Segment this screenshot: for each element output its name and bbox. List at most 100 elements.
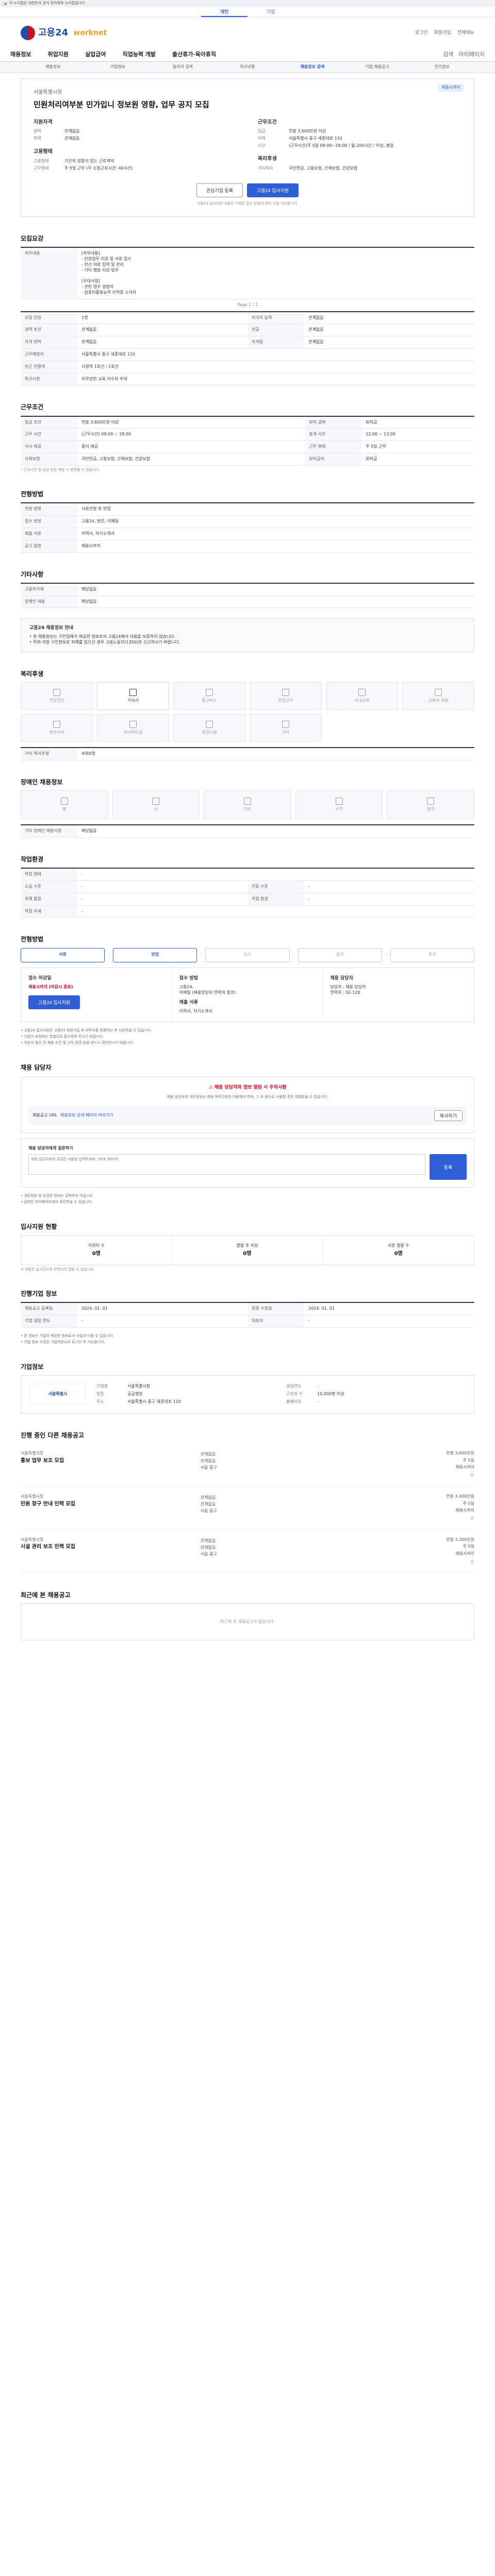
subnav-item[interactable]: 일자리 검색: [150, 64, 215, 70]
summary-section: 복리후생 기타복리 국민연금, 고용보험, 산재보험, 건강보험: [258, 156, 461, 172]
apply-button[interactable]: 고용24 입사지원: [246, 183, 299, 197]
signup-link[interactable]: 회원가입: [434, 30, 451, 36]
bookmark-icon[interactable]: ☆: [470, 1515, 474, 1522]
recruit-table: 직무내용 [직무내용] - 민원업무 지원 및 서류 접수 - 전산 자료 입력 …: [21, 247, 474, 299]
kv-value: 관계없음: [64, 129, 80, 134]
kv-value: 연봉 3,600만원 이상: [289, 129, 326, 134]
list-item[interactable]: 서울특별시청 민원 창구 안내 인력 모집 관계없음 관계없음 서울 중구 연봉 3,…: [21, 1487, 474, 1530]
subnav-item[interactable]: 기업정보: [86, 64, 151, 70]
welfare-item: 기타: [250, 714, 322, 742]
apply-button-2[interactable]: 고용24 입사지원: [28, 995, 80, 1009]
kv-value: 서울특별시청: [127, 1384, 151, 1389]
summary-section: 고용형태 고용형태 기간의 정함이 있는 근로계약 근무형태 주 5일 근무 (주 …: [34, 148, 237, 172]
footer-spacer: [21, 1661, 474, 1743]
qa-input[interactable]: [28, 1154, 425, 1175]
welfare-label: 기숙사: [127, 698, 139, 703]
disabled-item: 시각: [295, 790, 383, 820]
qa-submit-button[interactable]: 등록: [429, 1154, 467, 1180]
kv-value: -: [317, 1384, 319, 1389]
process-step: 면접: [113, 947, 197, 962]
th: 전형 방법: [21, 503, 77, 516]
other-info: 관계없음: [200, 1451, 216, 1456]
other-title[interactable]: 홍보 업무 보조 모집: [21, 1458, 195, 1465]
kv-value: 서울특별시 중구 세종대로 110: [127, 1399, 181, 1404]
mypage-link[interactable]: 마이페이지: [458, 51, 485, 59]
sub-nav: 채용정보 기업정보 일자리 검색 워크넷통 채용정보 검색 기업 채용공고 인기…: [0, 62, 495, 73]
th: 경력 조건: [21, 324, 77, 337]
all-menu-link[interactable]: 전체메뉴: [457, 30, 474, 36]
welfare-label: 휴양시설: [202, 730, 217, 735]
subnav-item[interactable]: 워크넷통: [215, 64, 280, 70]
audience-tabs: 개인 기업: [0, 7, 495, 18]
other-info: 관계없음: [200, 1545, 216, 1550]
apply-status: 지원자 수 0명 열람 후 지원 0명 서류 열람 수 0명: [21, 1235, 474, 1265]
tab-personal[interactable]: 개인: [201, 7, 248, 17]
interest-company-button[interactable]: 관심기업 등록: [196, 183, 243, 197]
td: 서울특별시 중구 세종대로 110: [77, 348, 474, 361]
disabled-item: 청각: [387, 790, 474, 820]
section-title-company: 기업정보: [21, 1363, 44, 1371]
td: 주 5일 근무: [361, 440, 474, 453]
td: 관계없음: [77, 324, 248, 337]
other-org: 서울특별시청: [21, 1537, 44, 1542]
posting-org: 서울특별시청: [34, 90, 62, 95]
tab-company[interactable]: 기업: [248, 7, 294, 17]
copy-url-button[interactable]: 복사하기: [434, 1110, 463, 1121]
subnav-item[interactable]: 기업 채용공고: [345, 64, 410, 70]
other-cond: 연봉 3,600만원: [446, 1450, 474, 1455]
disabled-label: 손: [154, 806, 158, 811]
td: 4대보험: [77, 748, 474, 761]
bullet: • 고용24 입사지원은 고용24 회원가입 후 이력서를 등록하신 후 지원하…: [21, 1028, 152, 1033]
td: 해당없음: [77, 596, 474, 608]
site-logo[interactable]: 고용24 worknet: [21, 26, 107, 40]
welfare-item: 자녀학자금: [97, 714, 169, 742]
nav-leave[interactable]: 출산휴가·육아휴직: [172, 51, 216, 59]
td: 해당없음: [77, 825, 474, 838]
company-grid: 기업명 서울특별시청 설립연도 - 업종 공공행정 근로자 수 10,000명 이상 주…: [96, 1384, 466, 1404]
apply-col-title: 접수 마감일: [28, 975, 52, 981]
th: 자격 면허: [21, 336, 77, 349]
search-icon[interactable]: 검색: [443, 51, 453, 59]
subnav-item-active[interactable]: 채용정보 검색: [280, 64, 345, 70]
process-step: 합격: [298, 947, 382, 962]
site-header: 고용24 worknet 로그인 회원가입 전체메뉴: [0, 18, 495, 48]
warning-head: 채용 담당자의 정보 열람 시 주의사항: [214, 1085, 287, 1091]
subnav-item[interactable]: 채용정보: [21, 64, 86, 70]
td: 중식 제공: [77, 440, 305, 453]
status-label: 지원자 수: [88, 1243, 105, 1248]
nav-support[interactable]: 취업지원: [47, 51, 68, 59]
nav-training[interactable]: 직업능력 개발: [122, 51, 156, 59]
login-link[interactable]: 로그인: [415, 30, 428, 36]
bookmark-icon[interactable]: ☆: [470, 1558, 474, 1566]
td: -: [77, 880, 248, 893]
bookmark-icon[interactable]: ☆: [470, 1472, 474, 1479]
bullet: • 답변은 마이페이지에서 확인하실 수 있습니다.: [21, 1200, 93, 1205]
other-title[interactable]: 시설 관리 보조 인력 모집: [21, 1544, 195, 1551]
subnav-item[interactable]: 인기정보: [409, 64, 474, 70]
content: 채용시까지 서울특별시청 민원처리여부분 민가입니 정보원 영향, 업무 공지 …: [21, 78, 475, 1743]
section-title-process: 전형방법: [21, 936, 44, 943]
other-title[interactable]: 민원 창구 안내 인력 모집: [21, 1501, 195, 1508]
th: 외국어 능력: [248, 311, 304, 325]
apply-col-title: 제출 서류: [179, 1000, 198, 1006]
history-notes: • 본 정보는 기업이 제공한 정보로서 사실과 다를 수 있습니다. • 기업…: [21, 1333, 474, 1345]
summary-section: 지원자격 경력 관계없음 학력 관계없음: [34, 119, 237, 143]
logo-icon: [21, 26, 35, 40]
nav-benefit[interactable]: 실업급여: [85, 51, 106, 59]
section-title-disabled: 장애인 채용정보: [21, 778, 63, 786]
welfare-item: 휴양시설: [173, 714, 245, 742]
logo-sub: worknet: [73, 28, 107, 37]
bullet: • 기업 정보 수정은 기업회원으로 로그인 후 가능합니다.: [21, 1340, 105, 1345]
posting-url[interactable]: 채용정보 상세 페이지 바로가기: [60, 1113, 113, 1118]
disabled-extra-table: 기타 장애인 채용사항 해당없음: [21, 824, 474, 838]
pager[interactable]: Page 1 / 1: [21, 302, 474, 308]
ear-icon: [427, 797, 435, 805]
th: 모집 인원: [21, 311, 77, 325]
section-heading: 고용형태: [34, 149, 53, 155]
th: 최종 수정일: [248, 1302, 304, 1316]
other-cond: 주 5일: [463, 1458, 474, 1463]
list-item[interactable]: 서울특별시청 시설 관리 보조 인력 모집 관계없음 관계없음 서울 중구 연봉 3,…: [21, 1530, 474, 1573]
list-item[interactable]: 서울특별시청 홍보 업무 보조 모집 관계없음 관계없음 서울 중구 연봉 3,600…: [21, 1444, 474, 1487]
nav-recruit[interactable]: 채용정보: [10, 51, 31, 59]
welfare-item: 건강검진: [21, 682, 93, 710]
